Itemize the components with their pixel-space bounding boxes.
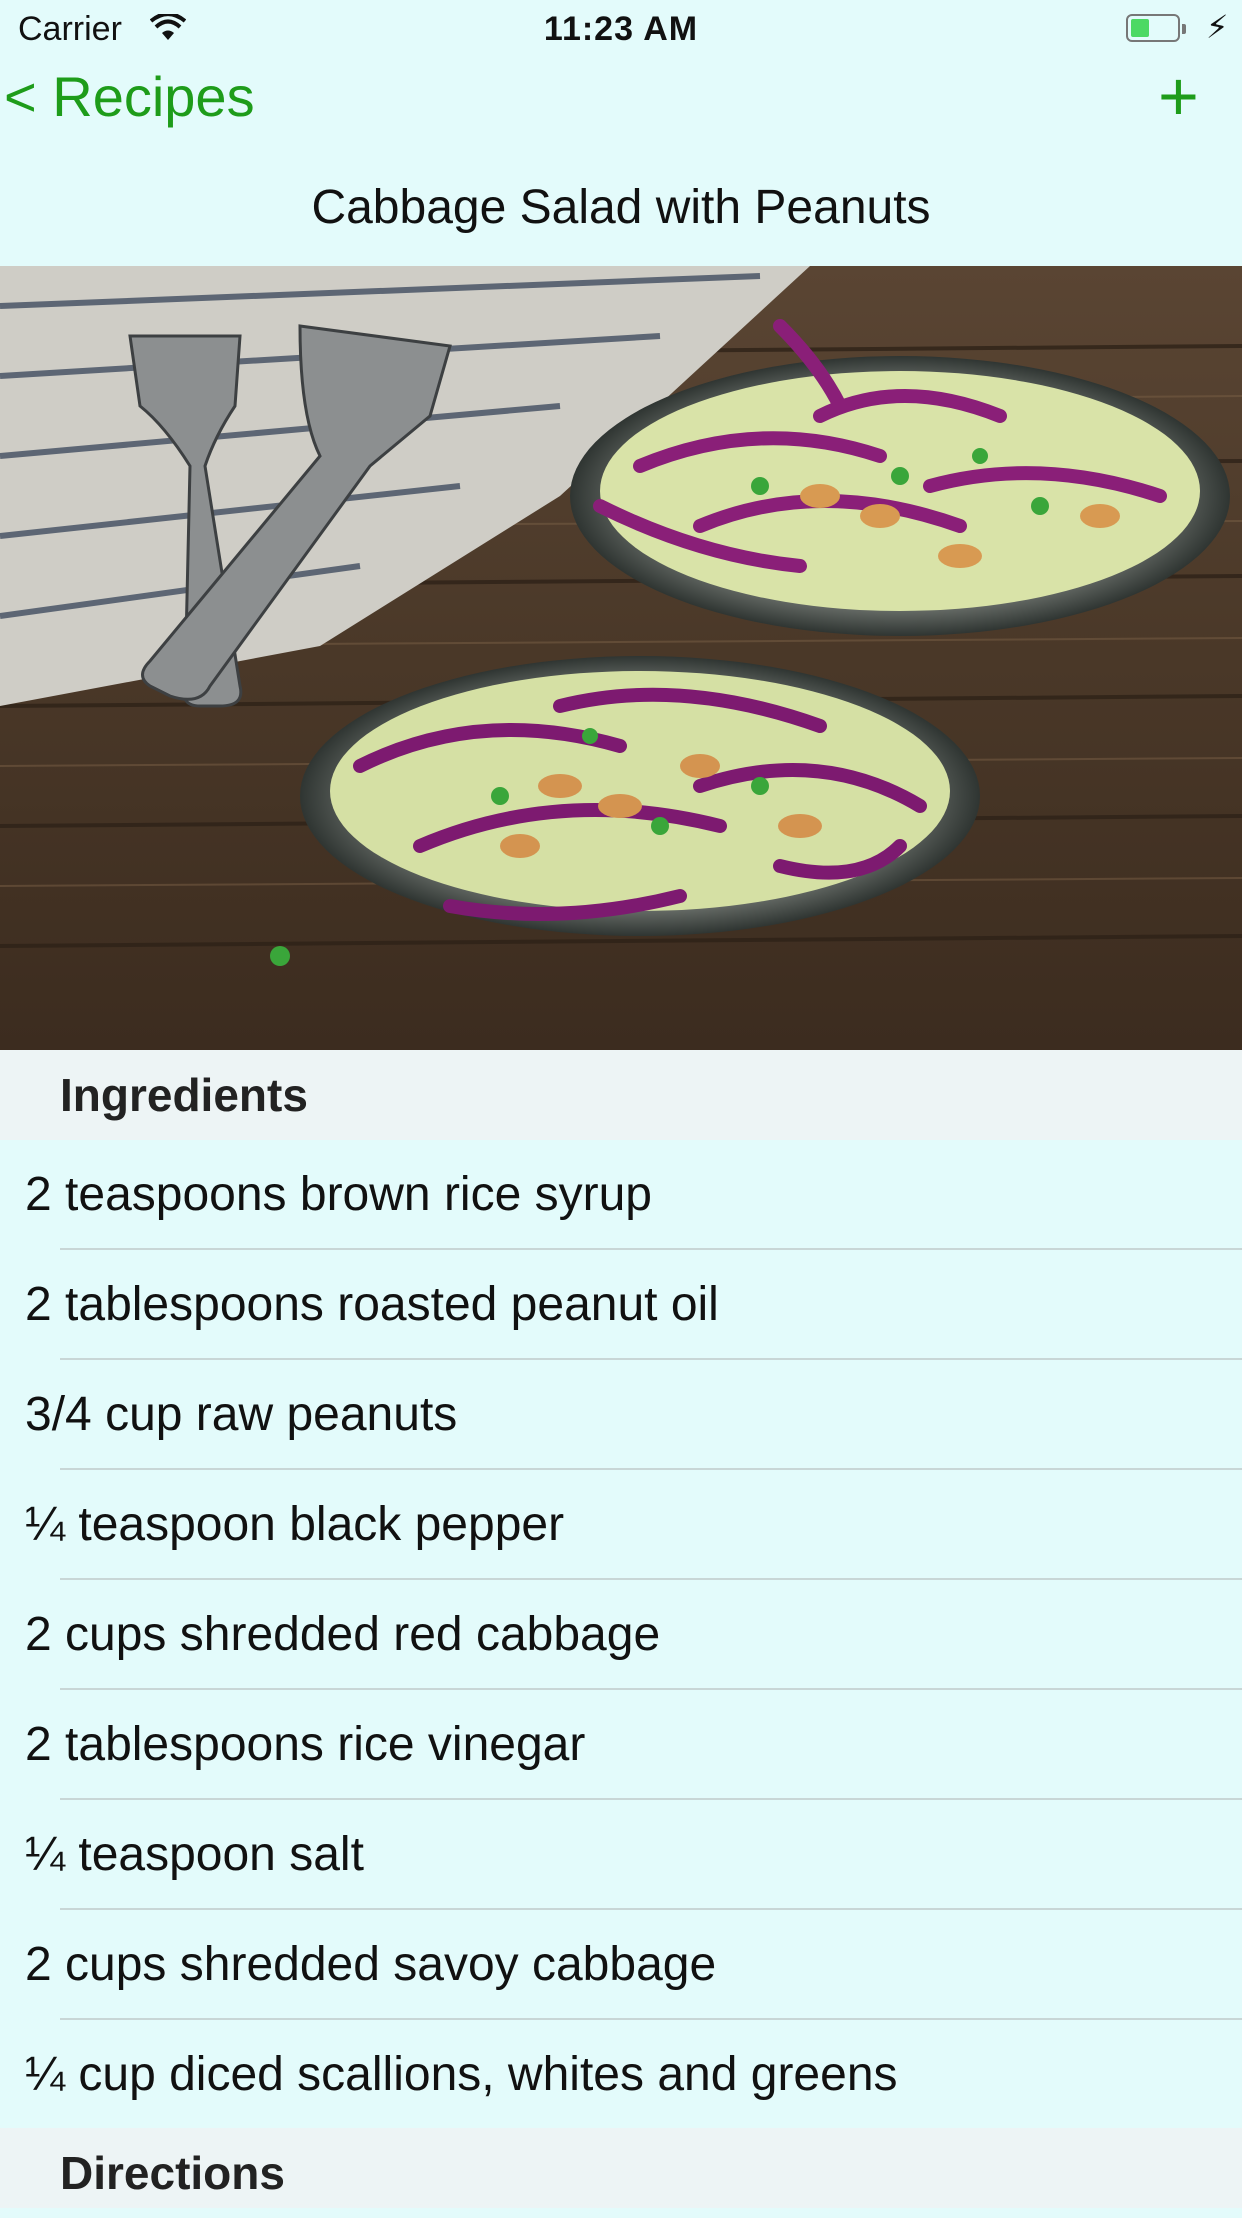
ingredient-row[interactable]: ¼ cup diced scallions, whites and greens [0, 2020, 1242, 2130]
back-button[interactable]: < Recipes [4, 64, 255, 129]
battery-icon [1126, 14, 1186, 42]
navigation-bar: < Recipes + Cabbage Salad with Peanuts [0, 57, 1242, 265]
battery-level-fill [1131, 19, 1149, 37]
status-time: 11:23 AM [543, 10, 699, 48]
ingredient-row[interactable]: 2 cups shredded red cabbage [0, 1580, 1242, 1690]
ingredient-row[interactable]: 2 tablespoons roasted peanut oil [0, 1250, 1242, 1360]
recipe-photo [0, 266, 1242, 1050]
ingredient-row[interactable]: ¼ teaspoon salt [0, 1800, 1242, 1910]
directions-section-header: Directions [0, 2128, 1242, 2208]
ingredient-row[interactable]: 3/4 cup raw peanuts [0, 1360, 1242, 1470]
ingredient-row[interactable]: 2 teaspoons brown rice syrup [0, 1140, 1242, 1250]
status-bar: Carrier 11:23 AM ⚡ [0, 0, 1242, 60]
charging-bolt-icon: ⚡ [1206, 9, 1229, 45]
ingredient-row[interactable]: ¼ teaspoon black pepper [0, 1470, 1242, 1580]
ingredient-list: 2 teaspoons brown rice syrup 2 tablespoo… [0, 1140, 1242, 2130]
recipe-title: Cabbage Salad with Peanuts [311, 181, 931, 234]
ingredient-row[interactable]: 2 cups shredded savoy cabbage [0, 1910, 1242, 2020]
add-button[interactable]: + [1158, 56, 1199, 136]
ingredients-section-header: Ingredients [0, 1050, 1242, 1140]
ingredient-row[interactable]: 2 tablespoons rice vinegar [0, 1690, 1242, 1800]
